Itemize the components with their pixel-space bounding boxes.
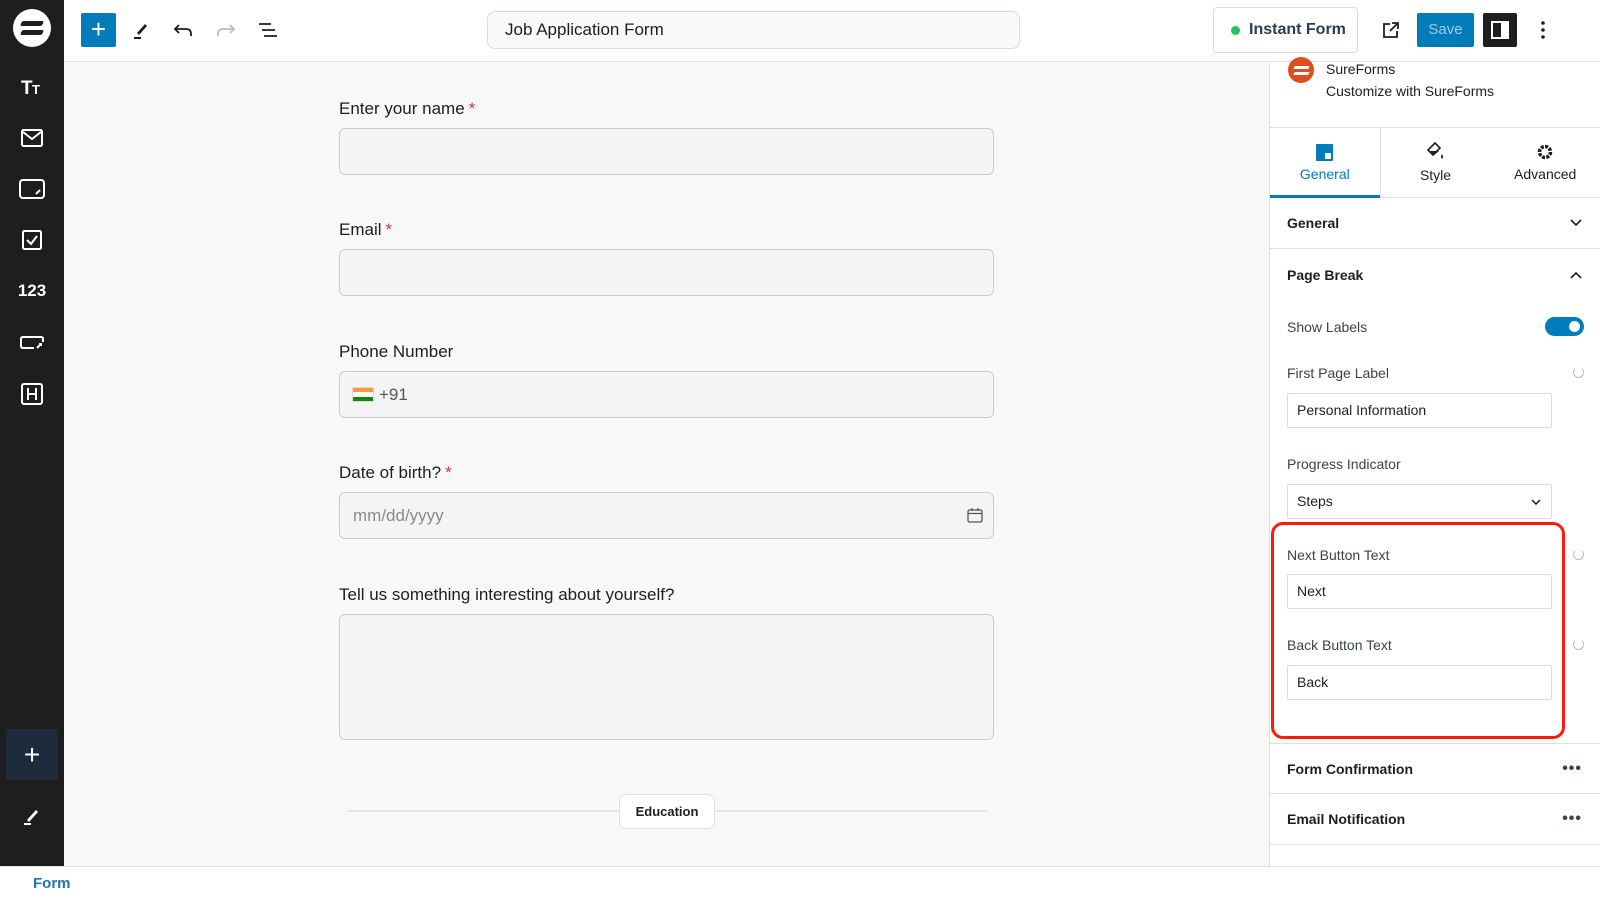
date-placeholder: mm/dd/yyyy xyxy=(353,505,444,525)
field-label: Email * xyxy=(339,220,393,239)
brand-name: SureForms xyxy=(1326,61,1396,77)
instant-form-button[interactable]: Instant Form xyxy=(1213,7,1358,53)
reset-icon[interactable] xyxy=(1573,639,1584,650)
page-break-label[interactable]: Education xyxy=(619,794,715,829)
block-inserter-sidebar: TT 123 + xyxy=(0,0,64,866)
reset-icon[interactable] xyxy=(1573,367,1584,378)
options-menu-button[interactable] xyxy=(1526,13,1560,47)
editor-top-bar: + Job Application Form Instant Form Save xyxy=(64,0,1600,62)
more-horizontal-icon[interactable]: ••• xyxy=(1562,810,1582,828)
section-email-notification[interactable]: Email Notification ••• xyxy=(1270,794,1600,845)
textarea-block-icon[interactable] xyxy=(12,171,52,207)
form-title-input[interactable]: Job Application Form xyxy=(487,11,1020,49)
more-horizontal-icon[interactable]: ••• xyxy=(1562,760,1582,778)
settings-tabs: General Style Advanced xyxy=(1270,128,1600,198)
field-label: Tell us something interesting about your… xyxy=(339,585,675,604)
chevron-up-icon xyxy=(1570,271,1582,279)
dropdown-block-icon[interactable] xyxy=(12,325,52,361)
reset-icon[interactable] xyxy=(1573,549,1584,560)
chevron-down-icon xyxy=(1531,498,1541,505)
sureforms-header: SureForms Customize with SureForms xyxy=(1270,57,1600,128)
preview-external-button[interactable] xyxy=(1374,13,1408,47)
list-view-icon xyxy=(259,23,277,37)
settings-sidebar: SureForms Customize with SureForms Gener… xyxy=(1269,57,1600,866)
section-form-confirmation[interactable]: Form Confirmation ••• xyxy=(1270,743,1600,794)
tab-style[interactable]: Style xyxy=(1381,128,1491,197)
dob-field-block[interactable]: Date of birth? * mm/dd/yyyy xyxy=(339,463,994,539)
tools-pencil-button[interactable] xyxy=(124,13,158,47)
date-of-birth-input[interactable]: mm/dd/yyyy xyxy=(339,492,994,539)
progress-indicator-label: Progress Indicator xyxy=(1287,456,1401,472)
undo-icon xyxy=(173,24,192,36)
edit-pencil-icon[interactable] xyxy=(12,798,52,834)
gear-icon xyxy=(1537,144,1553,160)
back-button-text-input[interactable]: Back xyxy=(1287,665,1552,700)
heading-block-icon[interactable] xyxy=(12,376,52,412)
block-inserter-toggle-button[interactable]: + xyxy=(81,13,116,47)
email-input[interactable] xyxy=(339,249,994,296)
save-button[interactable]: Save xyxy=(1417,13,1474,47)
progress-indicator-select[interactable]: Steps xyxy=(1287,484,1552,519)
number-block-icon[interactable]: 123 xyxy=(12,273,52,309)
back-button-text-label: Back Button Text xyxy=(1287,637,1392,653)
chevron-down-icon xyxy=(1570,219,1582,227)
sureforms-logo-icon[interactable] xyxy=(13,9,51,47)
general-icon xyxy=(1316,143,1334,161)
checkbox-block-icon[interactable] xyxy=(12,222,52,258)
about-field-block[interactable]: Tell us something interesting about your… xyxy=(339,585,994,740)
footer-breadcrumb-bar: Form xyxy=(0,866,1600,903)
field-label: Phone Number xyxy=(339,342,454,361)
breadcrumb-form[interactable]: Form xyxy=(33,875,71,892)
undo-button[interactable] xyxy=(166,13,200,47)
add-block-button[interactable]: + xyxy=(6,729,58,780)
first-page-label-input[interactable]: Personal Information xyxy=(1287,393,1552,428)
first-page-label-label: First Page Label xyxy=(1287,365,1389,381)
svg-text:T: T xyxy=(32,82,40,97)
external-link-icon xyxy=(1383,22,1399,38)
name-input[interactable] xyxy=(339,128,994,175)
sidebar-panel-icon xyxy=(1491,21,1509,39)
field-label: Date of birth? * xyxy=(339,463,452,482)
about-textarea[interactable] xyxy=(339,614,994,740)
name-field-block[interactable]: Enter your name * xyxy=(339,99,994,175)
settings-panel-toggle[interactable] xyxy=(1483,13,1517,47)
redo-button[interactable] xyxy=(209,13,243,47)
document-overview-button[interactable] xyxy=(251,13,285,47)
tab-advanced[interactable]: Advanced xyxy=(1490,128,1600,197)
phone-field-block[interactable]: Phone Number +91 xyxy=(339,342,994,418)
field-label: Enter your name * xyxy=(339,99,476,118)
show-labels-label: Show Labels xyxy=(1287,319,1368,335)
next-button-text-input[interactable]: Next xyxy=(1287,574,1552,609)
instant-form-label: Instant Form xyxy=(1249,21,1346,38)
show-labels-toggle[interactable] xyxy=(1545,317,1584,336)
calendar-icon[interactable] xyxy=(967,507,983,523)
brand-subtitle: Customize with SureForms xyxy=(1326,83,1495,99)
india-flag-icon[interactable] xyxy=(352,387,374,402)
email-field-block[interactable]: Email * xyxy=(339,220,994,296)
country-code: +91 xyxy=(379,384,408,404)
text-block-icon[interactable]: TT xyxy=(12,69,52,105)
redo-icon xyxy=(217,24,236,36)
sureforms-logo-icon xyxy=(1288,57,1314,83)
pencil-icon xyxy=(134,24,147,39)
email-block-icon[interactable] xyxy=(12,120,52,156)
tab-general[interactable]: General xyxy=(1270,128,1381,198)
form-canvas: Enter your name * Email * Phone Number +91… xyxy=(64,63,1269,866)
section-page-break[interactable]: Page Break xyxy=(1270,249,1600,300)
phone-input[interactable]: +91 xyxy=(339,371,994,418)
next-button-text-label: Next Button Text xyxy=(1287,547,1390,563)
section-general[interactable]: General xyxy=(1270,198,1600,249)
paint-bucket-icon xyxy=(1426,142,1443,159)
status-dot-icon xyxy=(1231,25,1240,35)
more-vertical-icon xyxy=(1541,21,1545,39)
